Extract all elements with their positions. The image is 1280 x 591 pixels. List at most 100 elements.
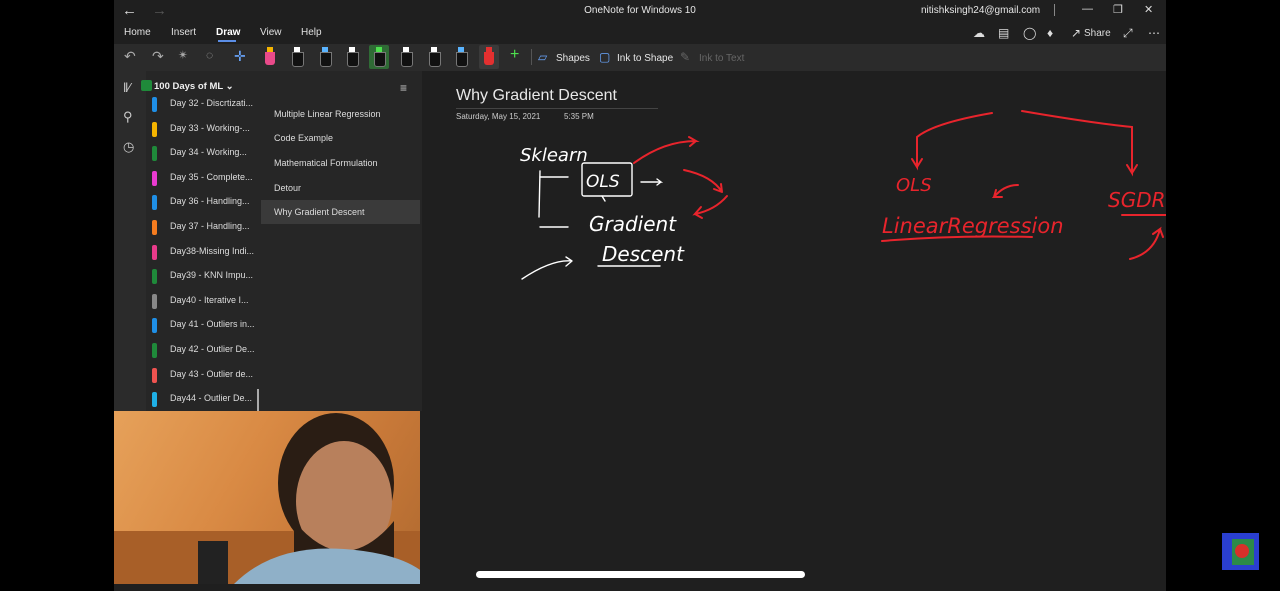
section-item[interactable]: Day 33 - Working-... xyxy=(146,118,259,142)
ink-to-text-button[interactable]: Ink to Text xyxy=(699,53,744,64)
page-item[interactable]: Mathematical Formulation xyxy=(261,151,420,175)
ink-drawing: Sklearn OLS Gradient Descent OLS LinearR… xyxy=(520,110,1166,280)
red-arrow xyxy=(683,169,723,193)
tab-draw[interactable]: Draw xyxy=(216,27,240,38)
red-arrow xyxy=(1129,226,1164,260)
undo-icon[interactable]: ↶ xyxy=(124,48,136,65)
eraser-icon[interactable]: ◌ xyxy=(206,48,213,62)
ruler-icon[interactable]: ✛ xyxy=(234,48,246,65)
page-item[interactable]: Code Example xyxy=(261,126,420,150)
webcam-video xyxy=(114,411,420,584)
user-account[interactable]: nitishksingh24@gmail.com xyxy=(921,5,1040,16)
lightbulb-icon[interactable]: ◯ xyxy=(1023,26,1036,40)
section-label: Day 33 - Working-... xyxy=(170,122,250,133)
share-button[interactable]: Share xyxy=(1084,28,1111,39)
section-item[interactable]: Day 37 - Handling... xyxy=(146,216,259,240)
ink-sklearn: Sklearn xyxy=(520,145,588,166)
section-label: Day38-Missing Indi... xyxy=(170,245,255,256)
section-color-tab xyxy=(152,343,157,358)
page-list: ≡ Multiple Linear Regression Code Exampl… xyxy=(259,71,422,411)
section-item[interactable]: Day 43 - Outlier de... xyxy=(146,364,259,388)
section-label: Day 42 - Outlier De... xyxy=(170,344,255,354)
notebook-selector[interactable]: 100 Days of ML ⌄ xyxy=(154,81,234,92)
pen-white-4[interactable] xyxy=(429,47,441,67)
pen-green[interactable] xyxy=(374,47,386,67)
tab-view[interactable]: View xyxy=(260,27,282,38)
section-item[interactable]: Day 32 - Discrtizati... xyxy=(146,93,259,117)
pen-white-2[interactable] xyxy=(347,47,359,67)
active-tab-indicator xyxy=(218,40,236,42)
section-color-tab xyxy=(152,220,157,235)
page-canvas[interactable]: Why Gradient Descent Saturday, May 15, 2… xyxy=(422,71,1166,591)
red-arrow xyxy=(633,136,700,164)
lasso-icon[interactable]: ✴ xyxy=(178,48,188,62)
ink-to-text-icon: ✎ xyxy=(680,50,691,64)
sort-icon[interactable]: ≡ xyxy=(400,81,407,95)
pen-red[interactable] xyxy=(484,47,494,65)
section-label: Day 32 - Discrtizati... xyxy=(170,98,254,108)
sync-icon[interactable]: ☁ xyxy=(973,26,985,40)
section-item[interactable]: Day39 - KNN Impu... xyxy=(146,265,259,289)
page-item[interactable]: Multiple Linear Regression xyxy=(261,102,420,126)
title-bar: ← → OneNote for Windows 10 nitishksingh2… xyxy=(114,0,1166,22)
pointer-arrow xyxy=(521,256,573,280)
notebooks-icon[interactable]: ‖⁄ xyxy=(123,80,131,95)
section-item[interactable]: Day44 - Outlier De... xyxy=(146,388,259,412)
redo-icon[interactable]: ↷ xyxy=(152,48,164,65)
section-label: Day 37 - Handling... xyxy=(170,221,250,231)
section-list: 100 Days of ML ⌄ Day 32 - Discrtizati...… xyxy=(141,71,259,412)
home-indicator xyxy=(476,571,805,578)
section-label: Day 43 - Outlier de... xyxy=(170,368,254,379)
pen-blue[interactable] xyxy=(320,47,332,67)
section-color-tab xyxy=(152,318,157,334)
add-pen-icon[interactable]: + xyxy=(510,46,519,64)
page-item[interactable]: Detour xyxy=(261,176,420,200)
section-label: Day44 - Outlier De... xyxy=(170,393,253,404)
pen-blue-2[interactable] xyxy=(456,47,468,67)
section-item[interactable]: Day38-Missing Indi... xyxy=(146,241,259,265)
recent-icon[interactable]: ◷ xyxy=(123,139,134,155)
ink-gradient: Gradient xyxy=(589,212,677,236)
section-color-tab xyxy=(152,195,157,211)
ink-to-shape-button[interactable]: Ink to Shape xyxy=(617,53,673,64)
minimize-icon[interactable]: — xyxy=(1082,3,1093,15)
ink-ols: OLS xyxy=(586,172,620,192)
notebook-icon xyxy=(141,80,152,91)
red-tree-left xyxy=(911,112,993,171)
more-icon[interactable]: ⋯ xyxy=(1148,26,1160,40)
section-label: Day 41 - Outliers in... xyxy=(170,319,255,330)
section-item[interactable]: Day 36 - Handling... xyxy=(146,191,259,215)
pen-white-3[interactable] xyxy=(401,47,413,67)
section-item[interactable]: Day 35 - Complete... xyxy=(146,167,259,191)
notebook-icon[interactable]: ▤ xyxy=(998,26,1009,40)
section-color-tab xyxy=(152,170,157,186)
red-arrow xyxy=(991,184,1019,198)
expand-icon[interactable]: ⤢ xyxy=(1123,26,1133,41)
red-tree-right xyxy=(1021,110,1138,177)
section-item[interactable]: Day 34 - Working... xyxy=(146,142,259,166)
pen-white[interactable] xyxy=(292,47,304,67)
bell-icon[interactable]: ♦ xyxy=(1047,26,1053,40)
section-item[interactable]: Day 42 - Outlier De... xyxy=(146,339,259,363)
tab-home[interactable]: Home xyxy=(124,27,151,38)
tab-help[interactable]: Help xyxy=(301,27,322,38)
close-icon[interactable]: ✕ xyxy=(1144,3,1153,16)
section-color-tab xyxy=(152,269,157,285)
section-item[interactable]: Day40 - Iterative I... xyxy=(146,290,259,314)
restore-icon[interactable]: ❐ xyxy=(1113,3,1123,16)
page-item-selected[interactable]: Why Gradient Descent xyxy=(261,200,420,224)
section-item[interactable]: Day 41 - Outliers in... xyxy=(146,314,259,338)
nav-rail: ‖⁄ ⚲ ◷ xyxy=(114,71,146,411)
shapes-icon: ▱ xyxy=(538,50,548,64)
ink-to-shape-icon: ▢ xyxy=(599,50,611,64)
shapes-button[interactable]: Shapes xyxy=(556,53,590,64)
share-icon[interactable]: ↗ xyxy=(1071,26,1081,40)
arrow-right xyxy=(640,178,664,186)
ink-ols-red: OLS xyxy=(896,175,932,196)
tab-insert[interactable]: Insert xyxy=(171,27,196,38)
ink-descent: Descent xyxy=(602,242,685,266)
search-icon[interactable]: ⚲ xyxy=(123,109,133,125)
section-label: Day 34 - Working... xyxy=(170,147,247,158)
presenter-image xyxy=(114,413,420,584)
highlighter-pen[interactable] xyxy=(265,47,275,65)
